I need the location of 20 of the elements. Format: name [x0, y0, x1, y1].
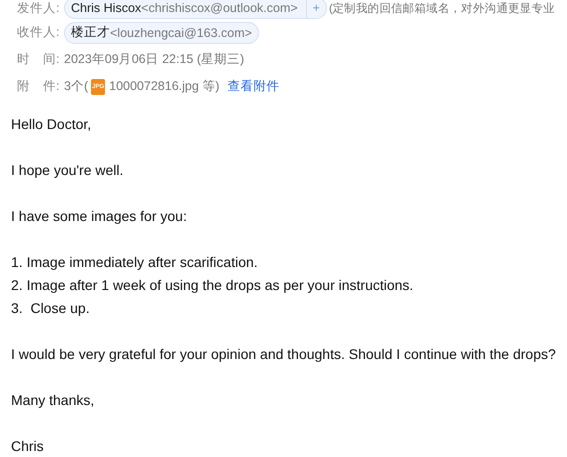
promo-text: (定制我的回信邮箱域名，对外沟通更显专业	[328, 2, 555, 16]
message-text: Hello Doctor,	[11, 116, 92, 132]
message-text: 1. Image immediately after scarification.	[11, 254, 258, 270]
view-attachments-link[interactable]: 查看附件	[227, 78, 280, 95]
field-label: 发件人:	[17, 0, 60, 16]
message-text: Many thanks,	[11, 392, 94, 408]
attachment-name: 1000072816.jpg 等)	[109, 78, 220, 95]
field-label: 收件人:	[17, 24, 60, 41]
sent-time: 2023年09月06日 22:15 (星期三)	[64, 51, 244, 68]
contact-chip[interactable]: Chris Hiscox<chrishiscox@outlook.com> +	[64, 0, 327, 19]
attachment-count: 3个(	[64, 78, 88, 95]
contact-chip[interactable]: 楼正才<louzhengcai@163.com>	[64, 22, 259, 44]
message-text: 2. Image after 1 week of using the drops as per your instructions.	[11, 277, 414, 293]
message-text: I would be very grateful for your opinion and thoughts. Should I continue with the drops?	[11, 346, 556, 362]
message-text: 3. Close up.	[11, 300, 90, 316]
message-text: I have some images for you:	[11, 208, 187, 224]
field-label: 附 件:	[17, 78, 60, 95]
message-text: Chris	[11, 438, 44, 454]
field-label: 时 间:	[17, 51, 60, 68]
message-text: I hope you're well.	[11, 162, 124, 178]
